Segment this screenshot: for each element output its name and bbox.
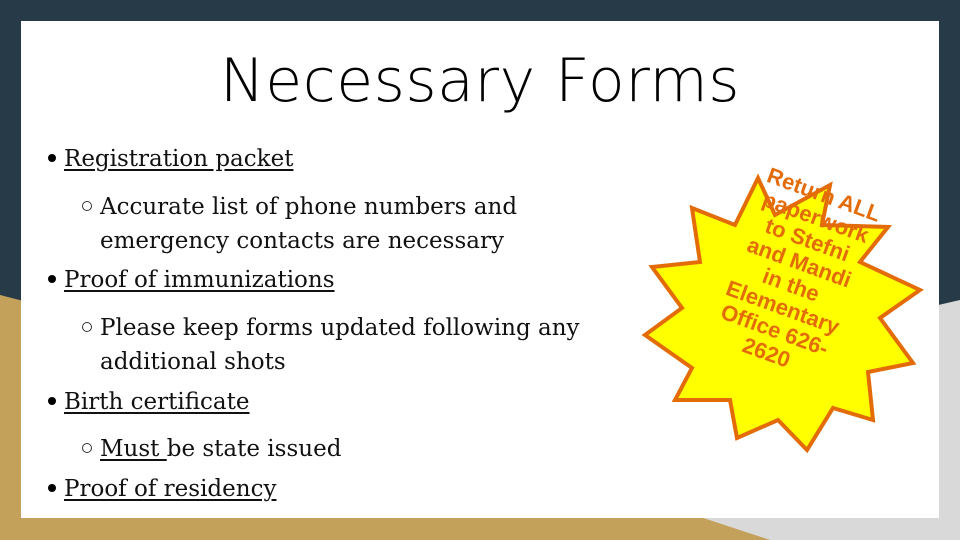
sub-bullet-text-cont: emergency contacts are necessary (100, 228, 504, 254)
sub-bullet-text-cont: additional shots (100, 349, 286, 375)
slide-title: Necessary Forms (219, 46, 741, 116)
bullet-dot-icon (48, 484, 56, 492)
sub-bullet-ring-icon (82, 201, 92, 211)
bullet-label[interactable]: Birth certificate (64, 389, 250, 415)
bullet-dot-icon (48, 154, 56, 162)
bullet-dot-icon (48, 397, 56, 405)
bullet-item-immunizations: Proof of immunizations (48, 267, 335, 293)
bullet-dot-icon (48, 275, 56, 283)
bullet-label[interactable]: Registration packet (64, 146, 293, 172)
sub-bullet-item: Accurate list of phone numbers and emerg… (82, 190, 642, 258)
bullet-item-registration: Registration packet (48, 146, 293, 172)
sub-bullet-text: Accurate list of phone numbers and (100, 194, 518, 220)
sub-bullet-ring-icon (82, 322, 92, 332)
sub-bullet-item: Must be state issued (82, 432, 642, 466)
sub-bullet-ring-icon (82, 443, 92, 453)
sub-bullet-text: be state issued (166, 436, 342, 462)
sub-bullet-underlined-text[interactable]: Must (100, 436, 167, 462)
bullet-item-birth-certificate: Birth certificate (48, 389, 250, 415)
bullet-label[interactable]: Proof of residency (64, 476, 276, 502)
sub-bullet-item: Please keep forms updated following any … (82, 311, 642, 379)
bullet-item-residency: Proof of residency (48, 476, 276, 502)
sub-bullet-text: Please keep forms updated following any (100, 315, 580, 341)
bullet-label[interactable]: Proof of immunizations (64, 267, 335, 293)
